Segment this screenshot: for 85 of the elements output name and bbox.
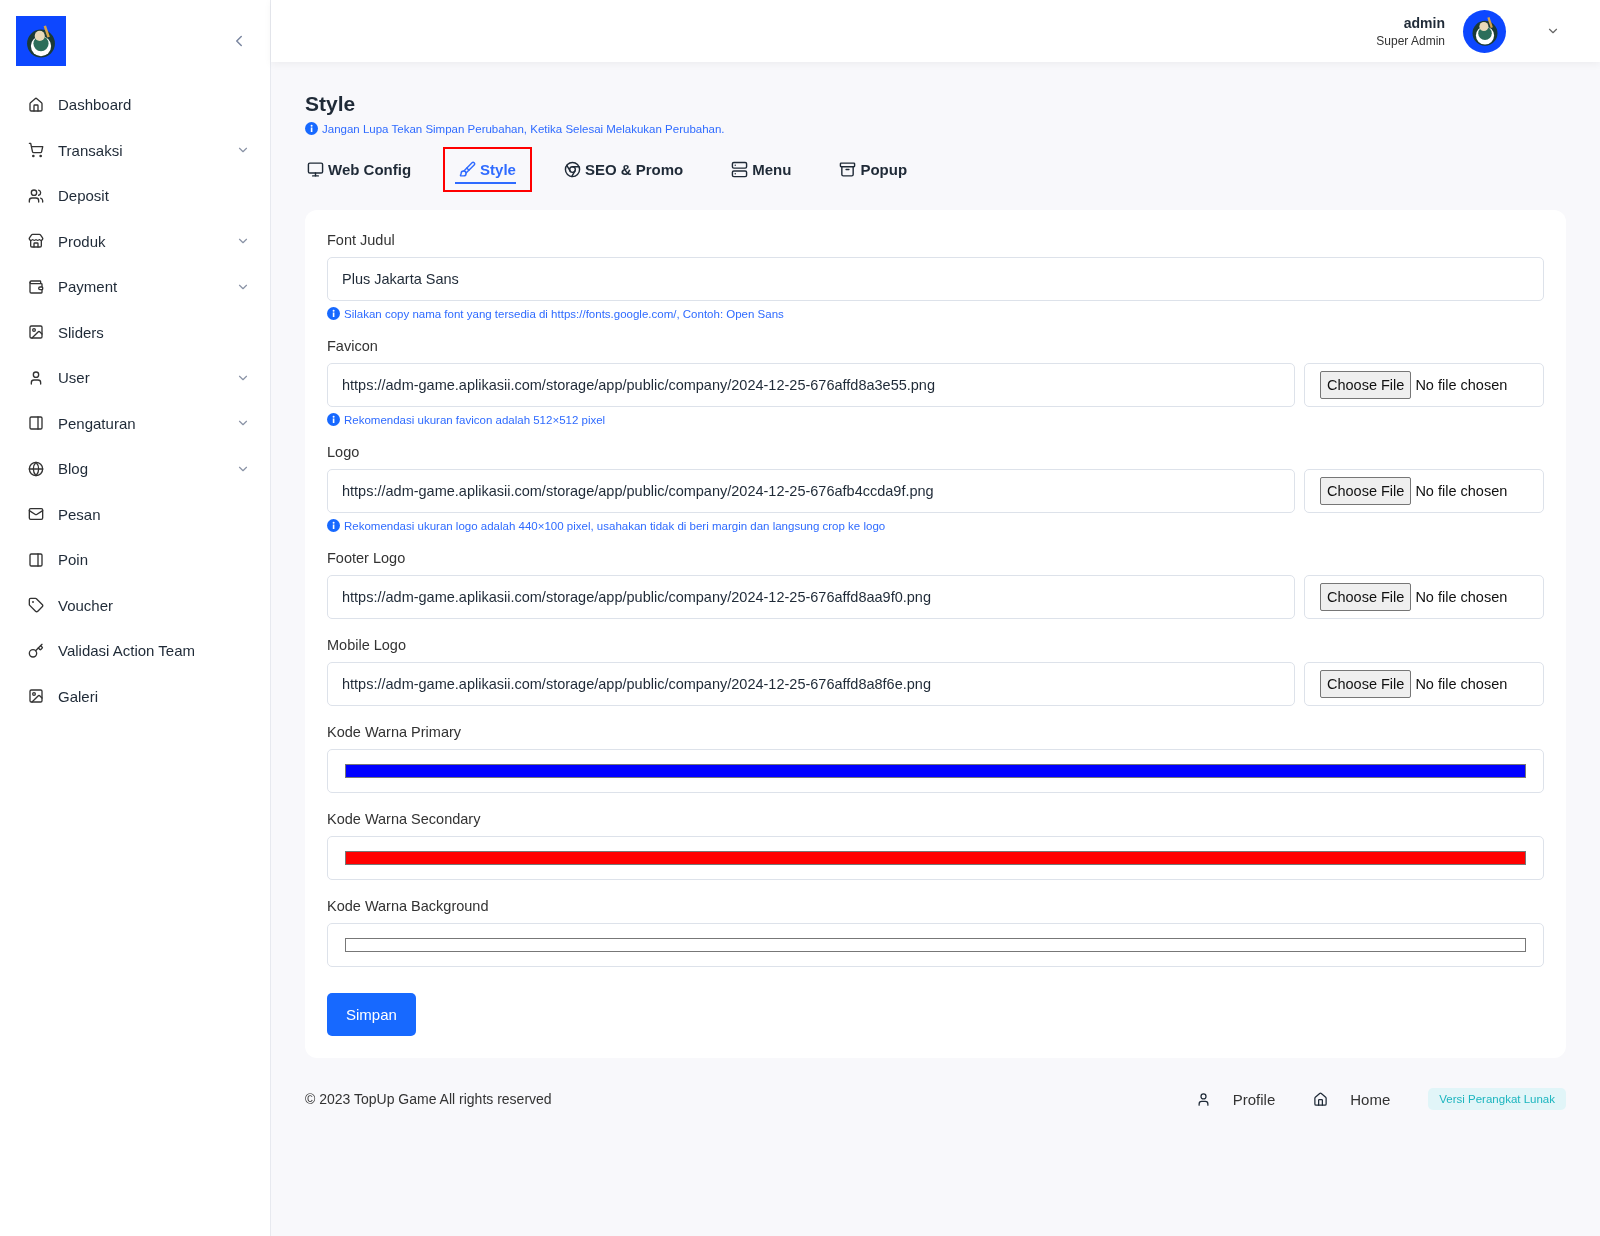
monitor-icon bbox=[307, 161, 324, 178]
footer-link[interactable]: Profile bbox=[1195, 1090, 1276, 1108]
image-icon bbox=[28, 324, 44, 341]
info-icon bbox=[305, 122, 318, 135]
user-role: Super Admin bbox=[1376, 33, 1445, 48]
mail-icon bbox=[28, 506, 44, 523]
sidebar-item[interactable]: Pengaturan bbox=[28, 400, 250, 446]
sidebar-item[interactable]: Voucher bbox=[28, 582, 250, 628]
save-button[interactable]: Simpan bbox=[327, 993, 416, 1036]
page-title: Style bbox=[305, 92, 357, 116]
field-label: Kode Warna Secondary bbox=[327, 811, 482, 827]
hint-text: Rekomendasi ukuran logo adalah 440×100 pixel, usahakan tidak di beri margin dan langsung crop ke logo bbox=[344, 519, 886, 532]
sidebar-item[interactable]: User bbox=[28, 355, 250, 401]
image-icon bbox=[28, 688, 44, 705]
tab[interactable]: Menu bbox=[715, 147, 808, 192]
choose-file-button[interactable]: Choose File bbox=[1320, 583, 1412, 611]
choose-file-button[interactable]: Choose File bbox=[1320, 477, 1412, 505]
sidebar-item[interactable]: Dashboard bbox=[28, 82, 250, 128]
globe-icon bbox=[563, 161, 581, 178]
sidebar-item[interactable]: Galeri bbox=[28, 673, 250, 719]
sidebar-item[interactable]: Transaksi bbox=[28, 127, 250, 173]
tag-icon bbox=[28, 597, 44, 614]
panel-icon bbox=[28, 551, 44, 568]
wallet-icon bbox=[28, 278, 44, 295]
tab[interactable]: Popup bbox=[823, 147, 924, 192]
archive-icon bbox=[839, 161, 857, 178]
file-status: No file chosen bbox=[1415, 377, 1508, 393]
brush-icon bbox=[459, 161, 477, 178]
home-icon bbox=[1313, 1091, 1329, 1107]
tab[interactable]: SEO & Promo bbox=[547, 147, 700, 192]
sidebar-item[interactable]: Deposit bbox=[28, 173, 250, 219]
field-label: Favicon bbox=[327, 338, 379, 354]
field-label: Kode Warna Background bbox=[327, 898, 490, 914]
file-input[interactable]: Choose File No file chosen bbox=[1304, 662, 1544, 706]
file-input[interactable]: Choose File No file chosen bbox=[1304, 363, 1544, 407]
field-label: Logo bbox=[327, 444, 361, 460]
version-badge: Versi Perangkat Lunak bbox=[1428, 1088, 1566, 1110]
info-icon bbox=[327, 307, 340, 320]
sidebar-item[interactable]: Sliders bbox=[28, 309, 250, 355]
text-input[interactable]: Plus Jakarta Sans bbox=[327, 257, 1544, 301]
file-status: No file chosen bbox=[1415, 676, 1508, 692]
sidebar-item[interactable]: Payment bbox=[28, 264, 250, 310]
home-icon bbox=[28, 96, 44, 113]
color-input[interactable] bbox=[327, 923, 1544, 967]
sidebar-item[interactable]: Produk bbox=[28, 218, 250, 264]
hint-text: Rekomendasi ukuran favicon adalah 512×512 pixel bbox=[344, 413, 606, 426]
file-status: No file chosen bbox=[1415, 589, 1508, 605]
copyright-text: © 2023 TopUp Game All rights reserved bbox=[305, 1091, 552, 1107]
sidebar-item[interactable]: Poin bbox=[28, 537, 250, 583]
sidebar-item[interactable]: Blog bbox=[28, 446, 250, 492]
file-input[interactable]: Choose File No file chosen bbox=[1304, 469, 1544, 513]
key-icon bbox=[28, 642, 44, 659]
choose-file-button[interactable]: Choose File bbox=[1320, 670, 1412, 698]
file-status: No file chosen bbox=[1415, 483, 1508, 499]
tab[interactable]: Style bbox=[443, 147, 532, 192]
people-icon bbox=[28, 187, 44, 204]
field-label: Font Judul bbox=[327, 232, 396, 248]
choose-file-button[interactable]: Choose File bbox=[1320, 371, 1412, 399]
footer-link[interactable]: Home bbox=[1313, 1090, 1391, 1108]
url-input[interactable]: https://adm-game.aplikasii.com/storage/app/public/company/2024-12-25-676affd8aa9f0.png bbox=[327, 575, 1295, 619]
field-label: Mobile Logo bbox=[327, 637, 407, 653]
url-input[interactable]: https://adm-game.aplikasii.com/storage/app/public/company/2024-12-25-676affd8a3e55.png bbox=[327, 363, 1295, 407]
user-name: admin bbox=[1403, 14, 1445, 31]
field-label: Kode Warna Primary bbox=[327, 724, 463, 740]
tab[interactable]: Web Config bbox=[305, 147, 428, 192]
server-icon bbox=[731, 161, 749, 178]
sidebar-item[interactable]: Validasi Action Team bbox=[28, 628, 250, 674]
store-icon bbox=[28, 233, 44, 250]
field-label: Footer Logo bbox=[327, 550, 407, 566]
hint-text: Silakan copy nama font yang tersedia di https://fonts.google.com/, Contoh: Open Sans bbox=[344, 307, 784, 320]
cart-icon bbox=[28, 142, 44, 159]
avatar[interactable] bbox=[1463, 9, 1506, 53]
info-icon bbox=[327, 519, 340, 532]
person-icon bbox=[28, 369, 44, 386]
panel-icon bbox=[28, 415, 44, 432]
color-input[interactable] bbox=[327, 836, 1544, 880]
url-input[interactable]: https://adm-game.aplikasii.com/storage/app/public/company/2024-12-25-676affd8a8f6e.png bbox=[327, 662, 1295, 706]
color-input[interactable] bbox=[327, 749, 1544, 793]
sidebar-item[interactable]: Pesan bbox=[28, 491, 250, 537]
globe-icon bbox=[28, 460, 44, 477]
url-input[interactable]: https://adm-game.aplikasii.com/storage/app/public/company/2024-12-25-676afb4ccda9f.png bbox=[327, 469, 1295, 513]
person-icon bbox=[1195, 1091, 1211, 1107]
info-icon bbox=[327, 413, 340, 426]
file-input[interactable]: Choose File No file chosen bbox=[1304, 575, 1544, 619]
notice-text: Jangan Lupa Tekan Simpan Perubahan, Ketika Selesai Melakukan Perubahan. bbox=[322, 122, 725, 135]
